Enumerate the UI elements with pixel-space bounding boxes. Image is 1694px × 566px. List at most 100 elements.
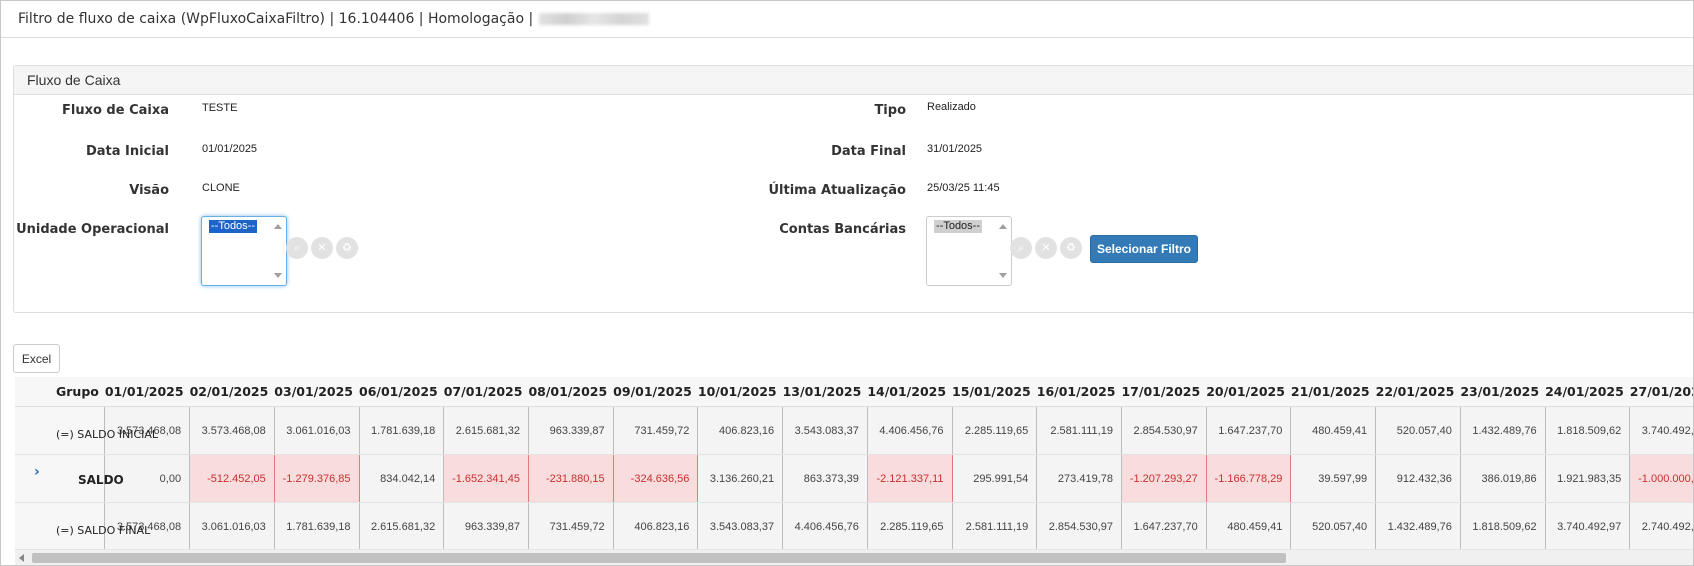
date-column-header: 21/01/2025 — [1290, 377, 1376, 407]
value-cell: -1.166.778,29 — [1206, 454, 1292, 503]
value-cell: 273.419,78 — [1036, 454, 1122, 503]
value-cell: 2.740.492,97 — [1629, 502, 1693, 551]
selecionar-filtro-button[interactable]: Selecionar Filtro — [1090, 235, 1198, 263]
window-title-bar: Filtro de fluxo de caixa (WpFluxoCaixaFi… — [1, 1, 1693, 38]
value-cell: 39.597,99 — [1290, 454, 1377, 503]
tipo-label: Tipo — [874, 103, 906, 118]
value-cell: 406.823,16 — [697, 406, 784, 455]
cashflow-table: Grupo 01/01/2025 02/01/2025 03/01/2025 06/01… — [15, 377, 1693, 551]
value-cell: 1.921.983,35 — [1545, 454, 1631, 503]
value-cell: 3.740.492,97 — [1629, 406, 1693, 455]
date-column-header: 14/01/2025 — [867, 377, 953, 407]
value-cell: 963.339,87 — [528, 406, 614, 455]
row-group-cell: (=) SALDO FINAL — [15, 502, 150, 551]
date-column-header: 06/01/2025 — [359, 377, 444, 407]
value-cell: -324.636,56 — [613, 454, 699, 503]
value-cell: -2.121.337,11 — [867, 454, 953, 503]
listbox-scrollbar[interactable] — [996, 218, 1010, 284]
value-cell: 406.823,16 — [613, 502, 699, 551]
value-cell: 3.740.492,97 — [1545, 502, 1631, 551]
value-cell: 3.136.260,21 — [697, 454, 784, 503]
visao-value: CLONE — [202, 182, 240, 194]
value-cell: 2.285.119,65 — [867, 502, 953, 551]
scroll-thumb[interactable] — [32, 553, 1286, 563]
scroll-left-icon[interactable] — [19, 554, 24, 562]
date-column-header: 22/01/2025 — [1375, 377, 1461, 407]
date-column-header: 16/01/2025 — [1036, 377, 1122, 407]
value-cell: 295.991,54 — [952, 454, 1038, 503]
contas-bancarias-listbox[interactable]: --Todos-- — [926, 216, 1012, 286]
date-column-header: 09/01/2025 — [613, 377, 698, 407]
expand-icon[interactable]: › — [34, 464, 40, 480]
clear-icon[interactable]: ✕ — [1035, 237, 1057, 259]
listbox-scrollbar[interactable] — [271, 218, 285, 284]
value-cell: -1.652.341,45 — [443, 454, 529, 503]
recycle-icon[interactable]: ♻ — [1060, 237, 1082, 259]
value-cell: 2.854.530,97 — [1121, 406, 1207, 455]
ultima-atualizacao-label: Última Atualização — [768, 183, 907, 198]
value-cell: -1.207.293,27 — [1121, 454, 1207, 503]
value-cell: 520.057,40 — [1290, 502, 1377, 551]
table-row: (=) SALDO INICIAL 3.573.468,08 3.573.468,0… — [15, 406, 1693, 455]
value-cell: 3.543.083,37 — [782, 406, 868, 455]
scroll-down-icon[interactable] — [274, 273, 282, 278]
scroll-up-icon[interactable] — [999, 224, 1007, 229]
scroll-down-icon[interactable] — [999, 273, 1007, 278]
value-cell: 1.647.237,70 — [1121, 502, 1207, 551]
search-icon[interactable]: ⌕ — [286, 237, 308, 259]
date-column-header: 23/01/2025 — [1460, 377, 1546, 407]
redacted-text — [539, 13, 650, 25]
value-cell: 4.406.456,76 — [867, 406, 953, 455]
panel-title: Fluxo de Caixa — [14, 66, 1693, 95]
fluxo-value: TESTE — [202, 102, 238, 114]
value-cell: 4.406.456,76 — [782, 502, 868, 551]
search-icon[interactable]: ⌕ — [1010, 237, 1032, 259]
date-column-header: 27/01/2025 — [1629, 377, 1693, 407]
row-group-name: (=) SALDO INICIAL — [56, 428, 159, 441]
data-inicial-label: Data Inicial — [85, 144, 169, 159]
value-cell: 3.061.016,03 — [274, 406, 360, 455]
value-cell: 863.373,39 — [782, 454, 868, 503]
unidade-option-todos[interactable]: --Todos-- — [209, 220, 258, 233]
value-cell: 2.285.119,65 — [952, 406, 1038, 455]
date-column-header: 20/01/2025 — [1206, 377, 1291, 407]
data-inicial-value: 01/01/2025 — [202, 143, 258, 155]
value-cell: 912.432,36 — [1375, 454, 1461, 503]
value-cell: -1.279.376,85 — [274, 454, 360, 503]
data-final-value: 31/01/2025 — [927, 143, 983, 155]
value-cell: 963.339,87 — [443, 502, 529, 551]
table-row: (=) SALDO FINAL 3.573.468,08 3.061.016,03 1… — [15, 502, 1693, 551]
value-cell: 2.854.530,97 — [1036, 502, 1122, 551]
window-title: Filtro de fluxo de caixa (WpFluxoCaixaFi… — [18, 11, 534, 27]
tipo-value: Realizado — [927, 101, 976, 113]
value-cell: 2.581.111,19 — [952, 502, 1038, 551]
scroll-up-icon[interactable] — [274, 224, 282, 229]
value-cell: 3.543.083,37 — [697, 502, 784, 551]
value-cell: 520.057,40 — [1375, 406, 1461, 455]
unidade-operacional-label: Unidade Operacional — [16, 222, 169, 237]
value-cell: -1.000.000,00 — [1629, 454, 1693, 503]
recycle-icon[interactable]: ♻ — [336, 237, 358, 259]
value-cell: 1.781.639,18 — [359, 406, 445, 455]
value-cell: 1.647.237,70 — [1206, 406, 1292, 455]
value-cell: 1.818.509,62 — [1460, 502, 1546, 551]
unidade-operacional-listbox[interactable]: --Todos-- — [201, 216, 287, 286]
excel-button[interactable]: Excel — [13, 344, 60, 373]
date-column-header: 01/01/2025 — [104, 377, 190, 407]
fluxo-label: Fluxo de Caixa — [61, 103, 169, 118]
data-final-label: Data Final — [831, 144, 906, 159]
clear-icon[interactable]: ✕ — [311, 237, 333, 259]
value-cell: 731.459,72 — [613, 406, 699, 455]
date-column-header: 24/01/2025 — [1545, 377, 1630, 407]
filter-panel: Fluxo de Caixa Fluxo de Caixa TESTE Tipo… — [13, 65, 1693, 313]
value-cell: 2.581.111,19 — [1036, 406, 1122, 455]
row-group-name: (=) SALDO FINAL — [56, 524, 151, 537]
value-cell: 1.818.509,62 — [1545, 406, 1631, 455]
contas-option-todos[interactable]: --Todos-- — [934, 220, 983, 233]
horizontal-scrollbar[interactable] — [15, 549, 1693, 565]
value-cell: 1.781.639,18 — [274, 502, 360, 551]
value-cell: -231.880,15 — [528, 454, 614, 503]
value-cell: 834.042,14 — [359, 454, 445, 503]
date-column-header: 07/01/2025 — [443, 377, 529, 407]
row-group-cell: (=) SALDO INICIAL — [15, 406, 158, 455]
